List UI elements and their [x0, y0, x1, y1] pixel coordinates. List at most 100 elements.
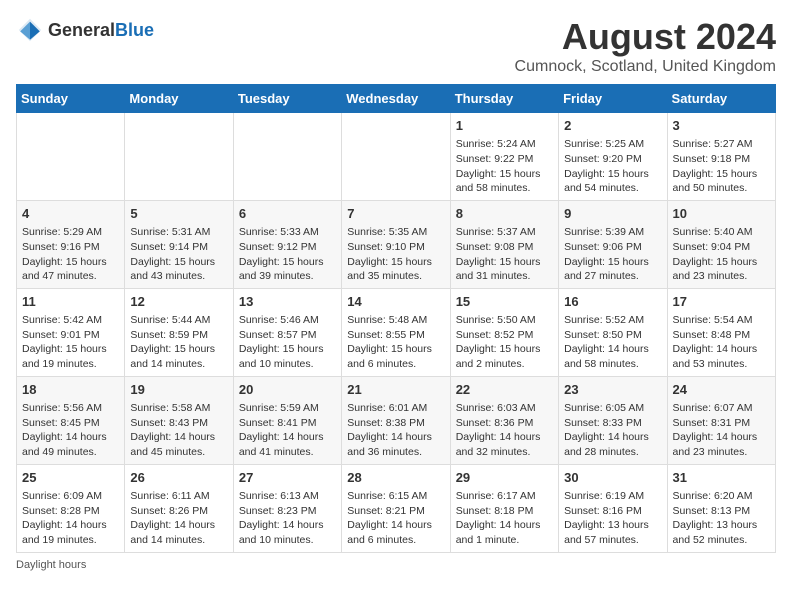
day-info: Sunrise: 5:52 AMSunset: 8:50 PMDaylight:…: [564, 313, 661, 372]
table-row: 18 Sunrise: 5:56 AMSunset: 8:45 PMDayligh…: [17, 376, 125, 464]
table-row: 28Sunrise: 6:15 AMSunset: 8:21 PMDayligh…: [342, 464, 450, 552]
table-row: 13Sunrise: 5:46 AMSunset: 8:57 PMDayligh…: [233, 288, 341, 376]
weekday-header-saturday: Saturday: [667, 85, 775, 113]
day-info: Sunrise: 6:13 AMSunset: 8:23 PMDaylight:…: [239, 489, 336, 548]
table-row: [342, 113, 450, 201]
logo-blue-text: Blue: [115, 20, 154, 40]
day-info: Sunrise: 6:20 AMSunset: 8:13 PMDaylight:…: [673, 489, 770, 548]
day-number: 18: [22, 381, 119, 399]
table-row: 29Sunrise: 6:17 AMSunset: 8:18 PMDayligh…: [450, 464, 558, 552]
day-info: Sunrise: 5:27 AMSunset: 9:18 PMDaylight:…: [673, 137, 770, 196]
table-row: 3 Sunrise: 5:27 AMSunset: 9:18 PMDaylight…: [667, 113, 775, 201]
calendar-row: 4Sunrise: 5:29 AMSunset: 9:16 PMDaylight…: [17, 200, 776, 288]
table-row: 5 Sunrise: 5:31 AMSunset: 9:14 PMDaylight…: [125, 200, 233, 288]
day-info: Sunrise: 6:17 AMSunset: 8:18 PMDaylight:…: [456, 489, 553, 548]
calendar-header: SundayMondayTuesdayWednesdayThursdayFrid…: [17, 85, 776, 113]
calendar-row: 25 Sunrise: 6:09 AMSunset: 8:28 PMDayligh…: [17, 464, 776, 552]
table-row: 10 Sunrise: 5:40 AMSunset: 9:04 PMDayligh…: [667, 200, 775, 288]
header: GeneralBlue August 2024 Cumnock, Scotlan…: [16, 16, 776, 76]
calendar-body: 1 Sunrise: 5:24 AMSunset: 9:22 PMDaylight…: [17, 113, 776, 553]
day-number: 27: [239, 469, 336, 487]
subtitle: Cumnock, Scotland, United Kingdom: [515, 58, 776, 76]
day-number: 12: [130, 293, 227, 311]
table-row: [125, 113, 233, 201]
day-info: Sunrise: 5:44 AMSunset: 8:59 PMDaylight:…: [130, 313, 227, 372]
calendar-row: 18 Sunrise: 5:56 AMSunset: 8:45 PMDayligh…: [17, 376, 776, 464]
table-row: 24Sunrise: 6:07 AMSunset: 8:31 PMDayligh…: [667, 376, 775, 464]
day-info: Sunrise: 6:05 AMSunset: 8:33 PMDaylight:…: [564, 401, 661, 460]
day-number: 9: [564, 205, 661, 223]
day-number: 30: [564, 469, 661, 487]
day-info: Sunrise: 5:59 AMSunset: 8:41 PMDaylight:…: [239, 401, 336, 460]
day-number: 6: [239, 205, 336, 223]
calendar-row: 11Sunrise: 5:42 AMSunset: 9:01 PMDayligh…: [17, 288, 776, 376]
table-row: 6 Sunrise: 5:33 AMSunset: 9:12 PMDaylight…: [233, 200, 341, 288]
table-row: [17, 113, 125, 201]
day-number: 19: [130, 381, 227, 399]
day-info: Sunrise: 5:56 AMSunset: 8:45 PMDaylight:…: [22, 401, 119, 460]
day-number: 1: [456, 117, 553, 135]
day-info: Sunrise: 5:54 AMSunset: 8:48 PMDaylight:…: [673, 313, 770, 372]
table-row: 22 Sunrise: 6:03 AMSunset: 8:36 PMDayligh…: [450, 376, 558, 464]
logo: GeneralBlue: [16, 16, 154, 44]
table-row: 4Sunrise: 5:29 AMSunset: 9:16 PMDaylight…: [17, 200, 125, 288]
day-number: 5: [130, 205, 227, 223]
calendar: SundayMondayTuesdayWednesdayThursdayFrid…: [16, 84, 776, 553]
table-row: 14 Sunrise: 5:48 AMSunset: 8:55 PMDayligh…: [342, 288, 450, 376]
day-info: Sunrise: 5:24 AMSunset: 9:22 PMDaylight:…: [456, 137, 553, 196]
weekday-header-wednesday: Wednesday: [342, 85, 450, 113]
table-row: 7Sunrise: 5:35 AMSunset: 9:10 PMDaylight…: [342, 200, 450, 288]
day-info: Sunrise: 6:09 AMSunset: 8:28 PMDaylight:…: [22, 489, 119, 548]
footer-note: Daylight hours: [16, 559, 776, 571]
day-number: 7: [347, 205, 444, 223]
day-info: Sunrise: 5:48 AMSunset: 8:55 PMDaylight:…: [347, 313, 444, 372]
table-row: 23 Sunrise: 6:05 AMSunset: 8:33 PMDayligh…: [559, 376, 667, 464]
day-number: 22: [456, 381, 553, 399]
weekday-row: SundayMondayTuesdayWednesdayThursdayFrid…: [17, 85, 776, 113]
day-info: Sunrise: 5:50 AMSunset: 8:52 PMDaylight:…: [456, 313, 553, 372]
day-number: 28: [347, 469, 444, 487]
day-info: Sunrise: 5:31 AMSunset: 9:14 PMDaylight:…: [130, 225, 227, 284]
table-row: 26Sunrise: 6:11 AMSunset: 8:26 PMDayligh…: [125, 464, 233, 552]
table-row: 8 Sunrise: 5:37 AMSunset: 9:08 PMDaylight…: [450, 200, 558, 288]
day-number: 3: [673, 117, 770, 135]
weekday-header-tuesday: Tuesday: [233, 85, 341, 113]
table-row: 27 Sunrise: 6:13 AMSunset: 8:23 PMDayligh…: [233, 464, 341, 552]
day-info: Sunrise: 5:33 AMSunset: 9:12 PMDaylight:…: [239, 225, 336, 284]
day-info: Sunrise: 6:01 AMSunset: 8:38 PMDaylight:…: [347, 401, 444, 460]
day-number: 16: [564, 293, 661, 311]
day-number: 14: [347, 293, 444, 311]
table-row: 31Sunrise: 6:20 AMSunset: 8:13 PMDayligh…: [667, 464, 775, 552]
day-number: 25: [22, 469, 119, 487]
title-area: August 2024 Cumnock, Scotland, United Ki…: [515, 16, 776, 76]
day-number: 13: [239, 293, 336, 311]
weekday-header-sunday: Sunday: [17, 85, 125, 113]
table-row: 17Sunrise: 5:54 AMSunset: 8:48 PMDayligh…: [667, 288, 775, 376]
day-number: 10: [673, 205, 770, 223]
day-info: Sunrise: 6:19 AMSunset: 8:16 PMDaylight:…: [564, 489, 661, 548]
weekday-header-monday: Monday: [125, 85, 233, 113]
table-row: 9 Sunrise: 5:39 AMSunset: 9:06 PMDaylight…: [559, 200, 667, 288]
day-number: 2: [564, 117, 661, 135]
day-number: 24: [673, 381, 770, 399]
table-row: 20Sunrise: 5:59 AMSunset: 8:41 PMDayligh…: [233, 376, 341, 464]
day-info: Sunrise: 5:40 AMSunset: 9:04 PMDaylight:…: [673, 225, 770, 284]
table-row: 11Sunrise: 5:42 AMSunset: 9:01 PMDayligh…: [17, 288, 125, 376]
table-row: 1 Sunrise: 5:24 AMSunset: 9:22 PMDaylight…: [450, 113, 558, 201]
day-number: 23: [564, 381, 661, 399]
weekday-header-thursday: Thursday: [450, 85, 558, 113]
day-info: Sunrise: 5:29 AMSunset: 9:16 PMDaylight:…: [22, 225, 119, 284]
day-number: 26: [130, 469, 227, 487]
table-row: [233, 113, 341, 201]
weekday-header-friday: Friday: [559, 85, 667, 113]
day-info: Sunrise: 5:39 AMSunset: 9:06 PMDaylight:…: [564, 225, 661, 284]
calendar-row: 1 Sunrise: 5:24 AMSunset: 9:22 PMDaylight…: [17, 113, 776, 201]
table-row: 12 Sunrise: 5:44 AMSunset: 8:59 PMDayligh…: [125, 288, 233, 376]
table-row: 2 Sunrise: 5:25 AMSunset: 9:20 PMDaylight…: [559, 113, 667, 201]
day-number: 8: [456, 205, 553, 223]
day-number: 15: [456, 293, 553, 311]
table-row: 21Sunrise: 6:01 AMSunset: 8:38 PMDayligh…: [342, 376, 450, 464]
day-info: Sunrise: 5:25 AMSunset: 9:20 PMDaylight:…: [564, 137, 661, 196]
day-info: Sunrise: 5:37 AMSunset: 9:08 PMDaylight:…: [456, 225, 553, 284]
day-info: Sunrise: 6:03 AMSunset: 8:36 PMDaylight:…: [456, 401, 553, 460]
